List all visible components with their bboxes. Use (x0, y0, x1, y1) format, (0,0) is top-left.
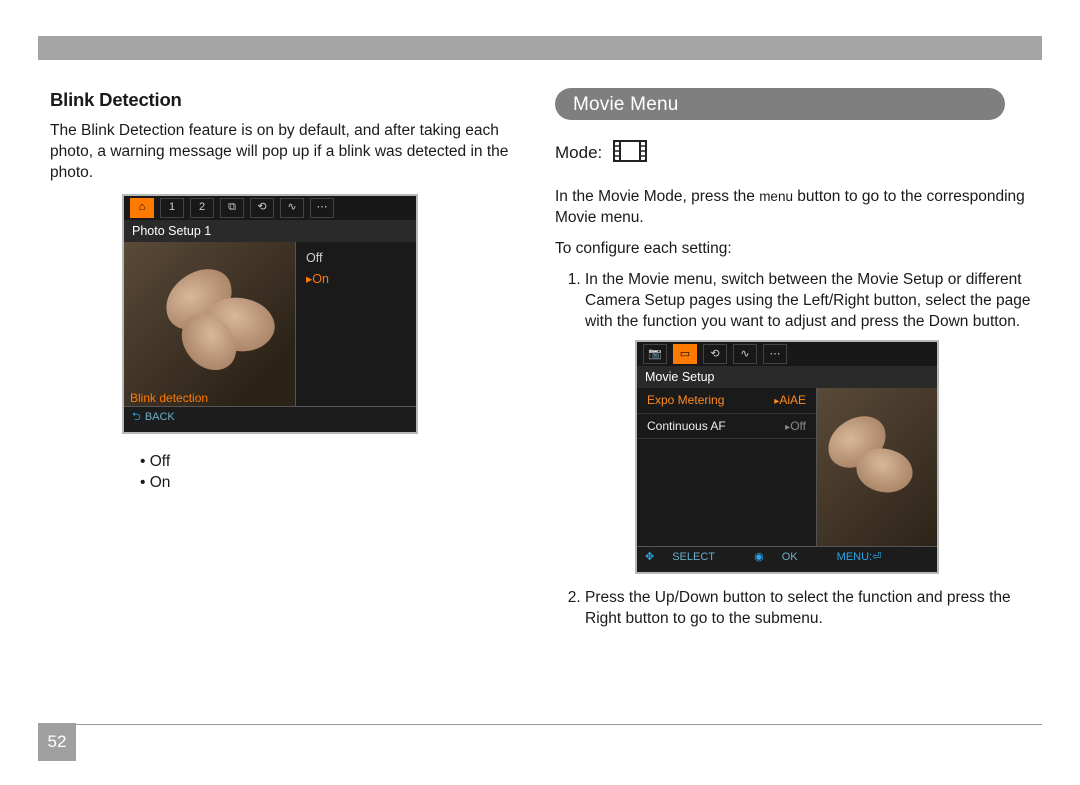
movie-lcd-footer: ✥ SELECT ◉ OK MENU:⏎ (637, 546, 937, 572)
movie-lcd-rows: Expo Metering AiAE Continuous AF Off (637, 388, 816, 550)
option-on: On (140, 473, 540, 494)
lcd-option-on: On (306, 269, 406, 290)
mode-label: Mode: (555, 143, 602, 162)
lcd-option-pane: Off On (295, 242, 416, 410)
blink-detection-paragraph: The Blink Detection feature is on by def… (50, 121, 540, 184)
movie-row-expo-label: Expo Metering (647, 392, 724, 409)
movie-lcd-preview (816, 388, 937, 550)
ok-key-icon: ◉ (754, 551, 764, 563)
configure-steps: In the Movie menu, switch between the Mo… (555, 270, 1048, 333)
left-column: Blink Detection The Blink Detection feat… (50, 88, 540, 494)
lcd-current-item: Blink detection (130, 390, 208, 406)
configure-steps-2: Press the Up/Down button to select the f… (555, 588, 1048, 630)
foot-ok: OK (782, 551, 798, 563)
lcd-tab-7: ⋯ (310, 198, 334, 218)
movie-row-caf-value: Off (785, 418, 806, 435)
blink-options-list: Off On (140, 452, 540, 494)
lcd-tab-3: 2 (190, 198, 214, 218)
movie-tab-1: 📷 (643, 344, 667, 364)
foot-select: SELECT (672, 551, 715, 563)
movie-intro-a: In the Movie Mode, press the (555, 188, 759, 205)
movie-row-expo-value: AiAE (774, 392, 806, 409)
select-key-icon: ✥ (645, 551, 654, 563)
back-key-icon: ⮌ (132, 411, 141, 423)
lcd-footer: ⮌ BACK (124, 406, 416, 432)
movie-row-expo: Expo Metering AiAE (637, 388, 816, 414)
right-column: Movie Menu Mode: In the Movie Mode, pres (555, 88, 1048, 638)
lcd-tab-6: ∿ (280, 198, 304, 218)
lcd-tab-5: ⟲ (250, 198, 274, 218)
movie-mode-icon (613, 140, 647, 169)
page-number: 52 (38, 723, 76, 761)
step-1: In the Movie menu, switch between the Mo… (585, 270, 1048, 333)
movie-row-caf-label: Continuous AF (647, 418, 726, 435)
movie-row-caf: Continuous AF Off (637, 414, 816, 440)
movie-tab-3: ⟲ (703, 344, 727, 364)
movie-tab-2: ▭ (673, 344, 697, 364)
lcd-tab-2: 1 (160, 198, 184, 218)
movie-tab-4: ∿ (733, 344, 757, 364)
blink-detection-heading: Blink Detection (50, 88, 540, 113)
lcd-tab-1: ⌂ (130, 198, 154, 218)
lcd-tab-4: ⧉ (220, 198, 244, 218)
lcd-tabbar: ⌂ 1 2 ⧉ ⟲ ∿ ⋯ (124, 196, 416, 220)
footer-rule (38, 724, 1042, 725)
movie-intro-paragraph: In the Movie Mode, press the menu button… (555, 187, 1048, 229)
movie-tab-5: ⋯ (763, 344, 787, 364)
menu-button-word: menu (759, 189, 793, 204)
photo-setup-lcd: ⌂ 1 2 ⧉ ⟲ ∿ ⋯ Photo Setup 1 Blink detect… (122, 194, 418, 434)
step-2: Press the Up/Down button to select the f… (585, 588, 1048, 630)
movie-setup-lcd: 📷 ▭ ⟲ ∿ ⋯ Movie Setup Expo Metering AiAE… (635, 340, 939, 574)
movie-lcd-tabbar: 📷 ▭ ⟲ ∿ ⋯ (637, 342, 937, 366)
foot-menu: MENU:⏎ (837, 551, 882, 563)
lcd-option-off: Off (306, 248, 406, 269)
lcd-preview: Blink detection (124, 242, 295, 410)
top-separator-band (38, 36, 1042, 60)
option-off: Off (140, 452, 540, 473)
mode-row: Mode: (555, 140, 1048, 169)
configure-intro: To configure each setting: (555, 239, 1048, 260)
movie-menu-heading: Movie Menu (555, 88, 1005, 120)
lcd-footer-back: BACK (145, 411, 175, 423)
